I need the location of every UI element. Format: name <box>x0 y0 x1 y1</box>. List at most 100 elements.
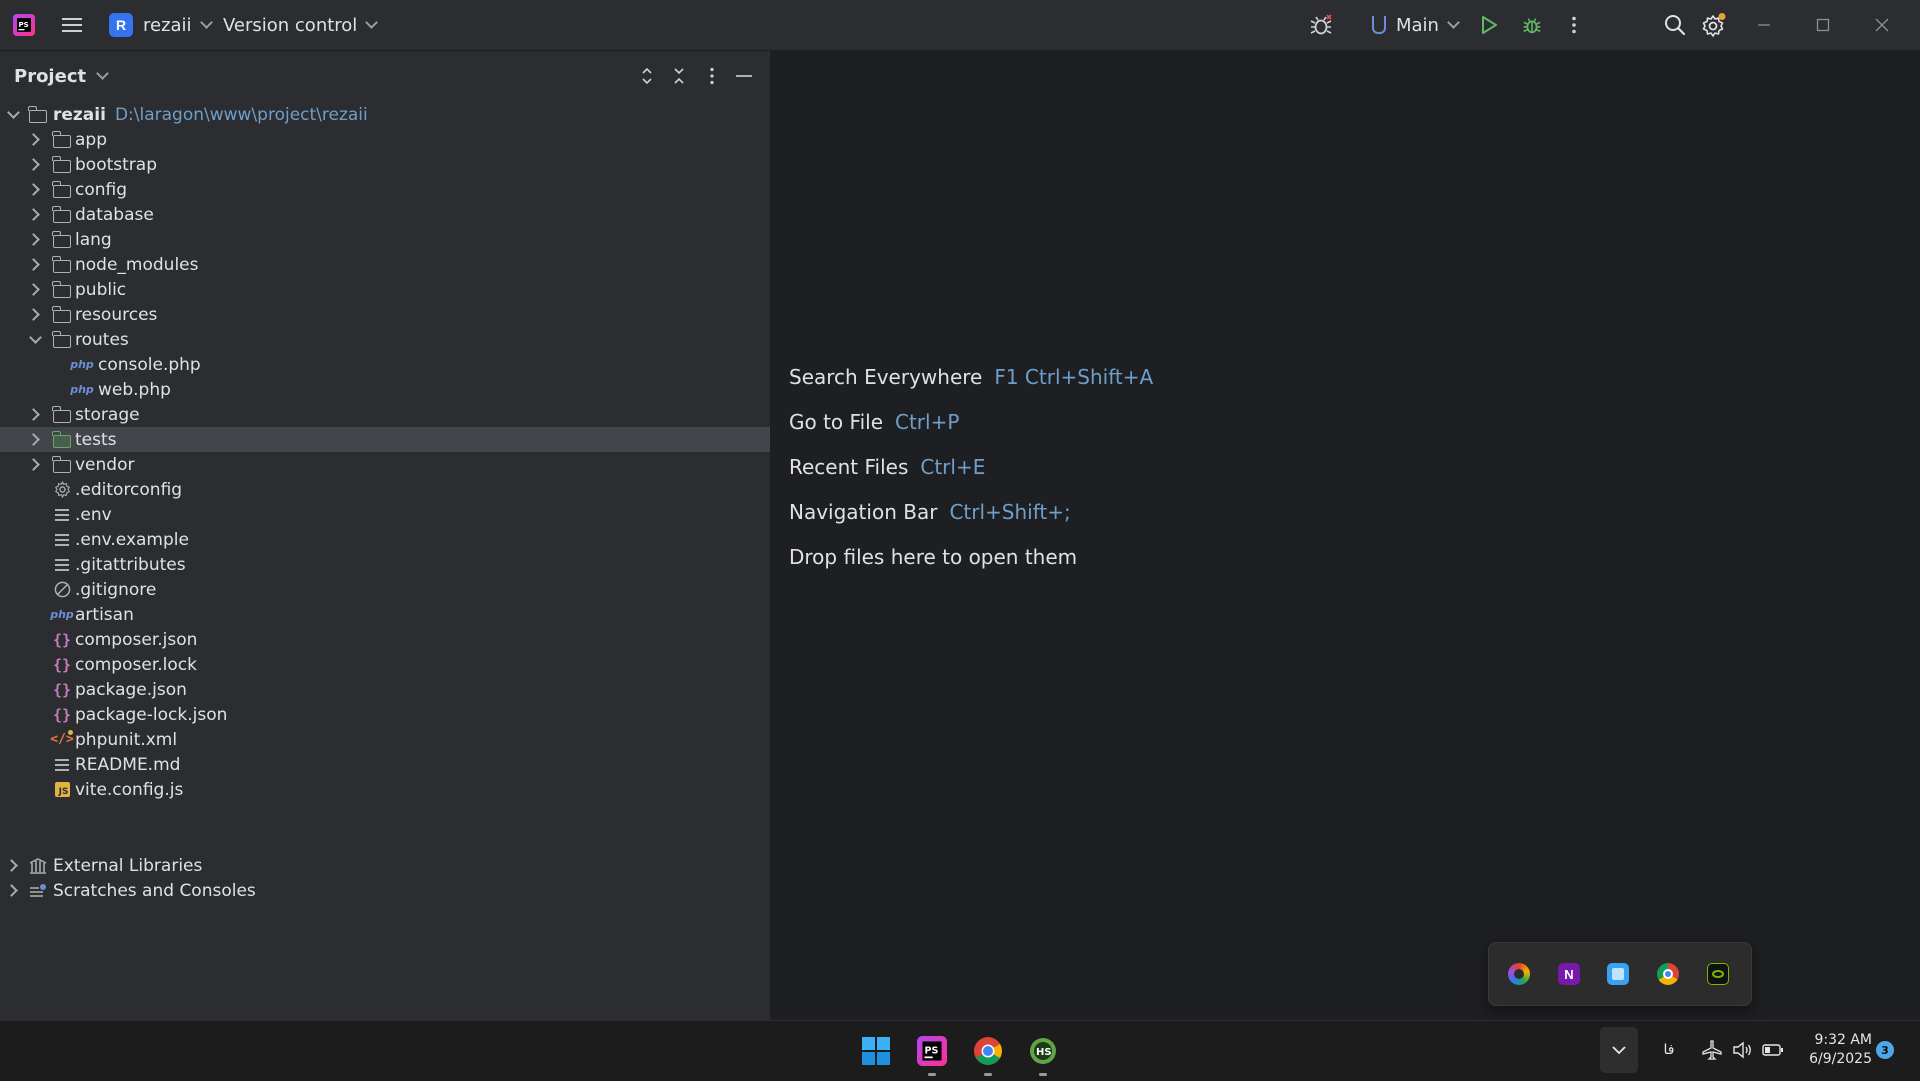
copilot-tray-icon[interactable] <box>1508 963 1530 985</box>
tree-item-bootstrap[interactable]: bootstrap <box>0 152 770 177</box>
notification-count: 3 <box>1876 1041 1894 1059</box>
tree-item-phpunit-xml[interactable]: </> phpunit.xml <box>0 727 770 752</box>
tree-item-config[interactable]: config <box>0 177 770 202</box>
code-with-me-bug-icon[interactable] <box>1308 12 1334 38</box>
windows-start-icon[interactable] <box>856 1031 896 1071</box>
project-view-selector[interactable]: Project <box>14 51 109 101</box>
chevron-right-icon[interactable] <box>6 883 20 897</box>
clock[interactable]: 9:32 AM 6/9/2025 <box>1796 1020 1872 1080</box>
hide-panel-icon[interactable] <box>733 65 755 87</box>
vcs-label: Version control <box>223 14 358 36</box>
chevron-right-icon[interactable] <box>28 457 42 471</box>
tree-item-vendor[interactable]: vendor <box>0 452 770 477</box>
chrome-tray-icon[interactable] <box>1657 963 1679 985</box>
chevron-right-icon[interactable] <box>28 182 42 196</box>
tree-item-resources[interactable]: resources <box>0 302 770 327</box>
chevron-right-icon[interactable] <box>28 132 42 146</box>
tray-overflow-popup: N <box>1488 942 1752 1006</box>
tree-item-editorconfig[interactable]: .editorconfig <box>0 477 770 502</box>
window-minimize-icon[interactable] <box>1752 13 1776 37</box>
tree-item-label: composer.json <box>75 629 198 650</box>
tree-root-rezaii[interactable]: rezaii D:\laragon\www\project\rezaii <box>0 102 770 127</box>
tree-item-package-json[interactable]: {} package.json <box>0 677 770 702</box>
volume-icon[interactable] <box>1730 1020 1756 1080</box>
more-actions-icon[interactable] <box>1562 13 1586 37</box>
folder-icon <box>52 155 72 174</box>
show-hidden-icons-button[interactable] <box>1599 1020 1639 1080</box>
settings-gear-icon[interactable] <box>1700 11 1728 39</box>
app-tray-icon[interactable] <box>1607 963 1629 985</box>
tree-item-gitattributes[interactable]: .gitattributes <box>0 552 770 577</box>
chevron-right-icon[interactable] <box>28 307 42 321</box>
folder-icon <box>52 130 72 149</box>
battery-icon[interactable] <box>1760 1020 1786 1080</box>
chevron-down-icon[interactable] <box>28 332 42 346</box>
chevron-right-icon[interactable] <box>28 232 42 246</box>
chevron-right-icon[interactable] <box>28 407 42 421</box>
php-file-icon: php <box>70 358 94 371</box>
tree-item-env-example[interactable]: .env.example <box>0 527 770 552</box>
project-switcher[interactable]: R rezaii <box>109 0 213 50</box>
notification-badge[interactable]: 3 <box>1875 1020 1895 1080</box>
heidisql-taskbar-icon[interactable]: HS <box>1023 1031 1063 1076</box>
editor-hint-row: Go to File Ctrl+P <box>789 407 959 437</box>
collapse-all-icon[interactable] <box>668 65 690 87</box>
chevron-right-icon[interactable] <box>28 207 42 221</box>
chrome-taskbar-icon[interactable] <box>968 1031 1008 1076</box>
tree-item-database[interactable]: database <box>0 202 770 227</box>
onenote-tray-icon[interactable]: N <box>1558 963 1580 985</box>
chevron-right-icon[interactable] <box>28 432 42 446</box>
window-maximize-icon[interactable] <box>1811 13 1835 37</box>
nvidia-tray-icon[interactable] <box>1707 963 1729 985</box>
tree-item-artisan[interactable]: php artisan <box>0 602 770 627</box>
tree-item-node-modules[interactable]: node_modules <box>0 252 770 277</box>
tree-item-lang[interactable]: lang <box>0 227 770 252</box>
phpstorm-logo-icon[interactable]: PS <box>12 13 36 37</box>
tree-item-label: web.php <box>98 379 171 400</box>
run-config-selector[interactable]: Main <box>1372 0 1460 50</box>
hint-action: Recent Files <box>789 455 909 479</box>
tree-item-web-php[interactable]: php web.php <box>0 377 770 402</box>
chevron-right-icon[interactable] <box>28 282 42 296</box>
window-close-icon[interactable] <box>1870 13 1894 37</box>
input-language-indicator[interactable]: فا <box>1654 1020 1684 1080</box>
tree-item-tests[interactable]: tests <box>0 427 770 452</box>
chevron-right-icon[interactable] <box>28 257 42 271</box>
tree-item-routes[interactable]: routes <box>0 327 770 352</box>
settings-file-icon <box>52 480 72 499</box>
airplane-mode-icon[interactable] <box>1699 1020 1725 1080</box>
tree-item-vite-config-js[interactable]: JS vite.config.js <box>0 777 770 802</box>
chevron-down-icon[interactable] <box>6 107 20 121</box>
editor-empty-area[interactable] <box>771 51 1920 1020</box>
tree-item-gitignore[interactable]: .gitignore <box>0 577 770 602</box>
chevron-right-icon[interactable] <box>28 157 42 171</box>
overlay-dot <box>68 730 73 735</box>
expand-all-icon[interactable] <box>636 65 658 87</box>
tree-scratches-consoles[interactable]: Scratches and Consoles <box>0 878 770 903</box>
chevron-right-icon[interactable] <box>6 858 20 872</box>
tree-external-libraries[interactable]: External Libraries <box>0 853 770 878</box>
chevron-down-icon <box>96 67 109 80</box>
tree-item-composer-lock[interactable]: {} composer.lock <box>0 652 770 677</box>
folder-icon <box>52 455 72 474</box>
options-icon[interactable] <box>701 65 723 87</box>
tree-item-env[interactable]: .env <box>0 502 770 527</box>
tree-item-composer-json[interactable]: {} composer.json <box>0 627 770 652</box>
tree-item-storage[interactable]: storage <box>0 402 770 427</box>
run-icon[interactable] <box>1477 13 1501 37</box>
main-menu-icon[interactable] <box>60 13 84 37</box>
phpstorm-taskbar-icon[interactable]: PS <box>912 1031 952 1076</box>
tree-item-package-lock-json[interactable]: {} package-lock.json <box>0 702 770 727</box>
json-file-icon: {} <box>52 630 72 649</box>
version-control-menu[interactable]: Version control <box>223 0 379 50</box>
tree-item-public[interactable]: public <box>0 277 770 302</box>
editor-hint-row: Recent Files Ctrl+E <box>789 452 985 482</box>
run-config-icon <box>1372 16 1386 34</box>
debug-icon[interactable] <box>1519 12 1545 38</box>
search-icon[interactable] <box>1662 12 1688 38</box>
tree-item-console-php[interactable]: php console.php <box>0 352 770 377</box>
folder-icon <box>52 205 72 224</box>
tree-item-readme-md[interactable]: README.md <box>0 752 770 777</box>
hint-shortcut: Ctrl+E <box>920 455 986 479</box>
tree-item-app[interactable]: app <box>0 127 770 152</box>
